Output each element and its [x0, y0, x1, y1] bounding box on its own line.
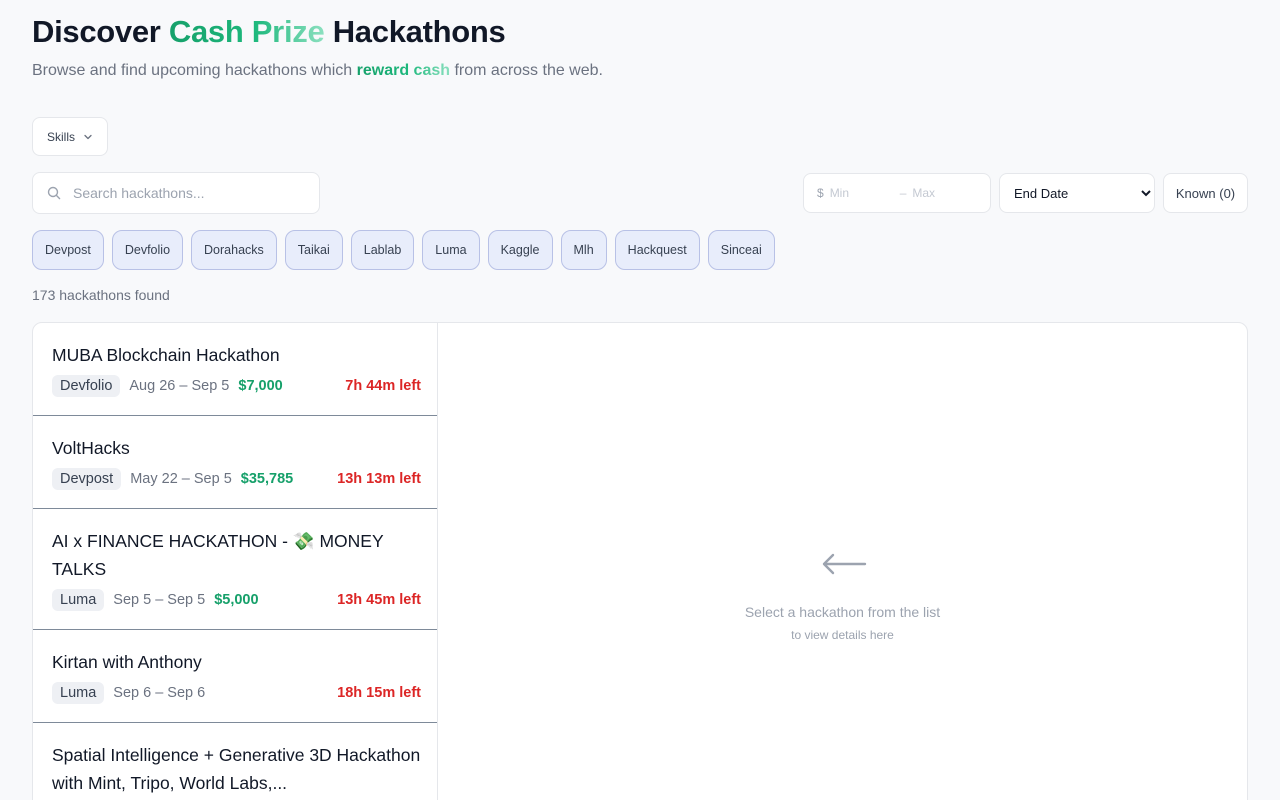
- time-left: 13h 45m left: [337, 592, 421, 608]
- title-accent: Cash Prize: [168, 14, 325, 49]
- prize-amount: $35,785: [240, 471, 294, 487]
- subtitle-prefix: Browse and find upcoming hackathons whic…: [32, 62, 357, 79]
- max-prize-input[interactable]: [912, 186, 973, 200]
- time-left: 13h 13m left: [337, 471, 421, 487]
- skills-label: Skills: [46, 129, 75, 144]
- source-chip-mlh[interactable]: Mlh: [560, 230, 607, 270]
- skills-dropdown[interactable]: Skills: [32, 117, 108, 156]
- subtitle-suffix: from across the web.: [450, 62, 603, 79]
- source-badge: Devpost: [52, 468, 122, 490]
- hackathon-title: VoltHacks: [52, 438, 130, 458]
- hackathon-meta: Luma Sep 5 – Sep 5 $5,000 13h 45m left: [52, 589, 421, 611]
- title-prefix: Discover: [32, 14, 169, 49]
- time-left: 7h 44m left: [345, 378, 421, 394]
- hackathon-dates: Sep 6 – Sep 6: [113, 685, 206, 701]
- hackathon-meta: Devfolio Aug 26 – Sep 5 $7,000 7h 44m le…: [52, 375, 421, 397]
- hackathon-list-item[interactable]: Spatial Intelligence + Generative 3D Hac…: [33, 723, 437, 800]
- page-title: Discover Cash Prize Hackathons: [32, 14, 506, 50]
- source-chip-kaggle[interactable]: Kaggle: [487, 230, 553, 270]
- hackathon-meta: Luma Sep 6 – Sep 6 18h 15m left: [52, 682, 421, 704]
- source-chips: Devpost Devfolio Dorahacks Taikai Lablab…: [32, 230, 775, 270]
- detail-empty-state: Select a hackathon from the list to view…: [438, 323, 1247, 800]
- source-chip-devpost[interactable]: Devpost: [32, 230, 104, 270]
- source-badge: Devfolio: [52, 375, 121, 397]
- hackathon-title: MUBA Blockchain Hackathon: [52, 345, 280, 365]
- hackathon-list-item[interactable]: AI x FINANCE HACKATHON - 💸 MONEY TALKS L…: [33, 509, 437, 630]
- results-count: 173 hackathons found: [32, 287, 170, 303]
- search-box[interactable]: [32, 172, 320, 214]
- page: Discover Cash Prize Hackathons Browse an…: [0, 0, 1280, 800]
- hackathon-meta: Devpost May 22 – Sep 5 $35,785 13h 13m l…: [52, 468, 421, 490]
- hackathon-dates: Aug 26 – Sep 5: [129, 378, 230, 394]
- subtitle-accent: reward cash: [356, 62, 451, 79]
- source-chip-luma[interactable]: Luma: [422, 230, 480, 270]
- source-chip-dorahacks[interactable]: Dorahacks: [191, 230, 277, 270]
- time-left: 18h 15m left: [337, 685, 421, 701]
- source-chip-devfolio[interactable]: Devfolio: [111, 230, 184, 270]
- source-chip-taikai[interactable]: Taikai: [284, 230, 343, 270]
- chevron-down-icon: [84, 134, 92, 139]
- source-chip-lablab[interactable]: Lablab: [350, 230, 415, 270]
- results-panel: MUBA Blockchain Hackathon Devfolio Aug 2…: [32, 322, 1248, 800]
- arrow-left-icon: [822, 553, 867, 575]
- sort-select[interactable]: End Date: [999, 173, 1155, 213]
- empty-hint: to view details here: [791, 628, 894, 642]
- hackathon-list-item[interactable]: MUBA Blockchain Hackathon Devfolio Aug 2…: [33, 323, 437, 416]
- search-input[interactable]: [73, 185, 293, 201]
- hackathon-title: Kirtan with Anthony: [52, 652, 202, 672]
- known-label: Known (0): [1175, 185, 1236, 201]
- empty-message: Select a hackathon from the list: [744, 604, 941, 620]
- search-icon: [47, 186, 61, 200]
- range-dash: –: [899, 186, 907, 200]
- hackathon-dates: Sep 5 – Sep 5: [113, 592, 206, 608]
- prize-range-filter: $ –: [803, 173, 991, 213]
- prize-amount: $7,000: [238, 378, 283, 394]
- source-badge: Luma: [52, 682, 105, 704]
- known-toggle-button[interactable]: Known (0): [1163, 173, 1248, 213]
- hackathon-title: Spatial Intelligence + Generative 3D Hac…: [52, 745, 421, 793]
- source-chip-sinceai[interactable]: Sinceai: [707, 230, 775, 270]
- hackathon-title: AI x FINANCE HACKATHON - 💸 MONEY TALKS: [52, 531, 384, 579]
- source-badge: Luma: [52, 589, 105, 611]
- source-chip-hackquest[interactable]: Hackquest: [614, 230, 700, 270]
- title-suffix: Hackathons: [324, 14, 506, 49]
- page-subtitle: Browse and find upcoming hackathons whic…: [32, 62, 603, 80]
- hackathon-list: MUBA Blockchain Hackathon Devfolio Aug 2…: [33, 323, 438, 800]
- min-prize-input[interactable]: [829, 186, 890, 200]
- hackathon-dates: May 22 – Sep 5: [130, 471, 232, 487]
- currency-symbol: $: [817, 186, 824, 200]
- hackathon-list-item[interactable]: VoltHacks Devpost May 22 – Sep 5 $35,785…: [33, 416, 437, 509]
- prize-amount: $5,000: [214, 592, 259, 608]
- hackathon-list-item[interactable]: Kirtan with Anthony Luma Sep 6 – Sep 6 1…: [33, 630, 437, 723]
